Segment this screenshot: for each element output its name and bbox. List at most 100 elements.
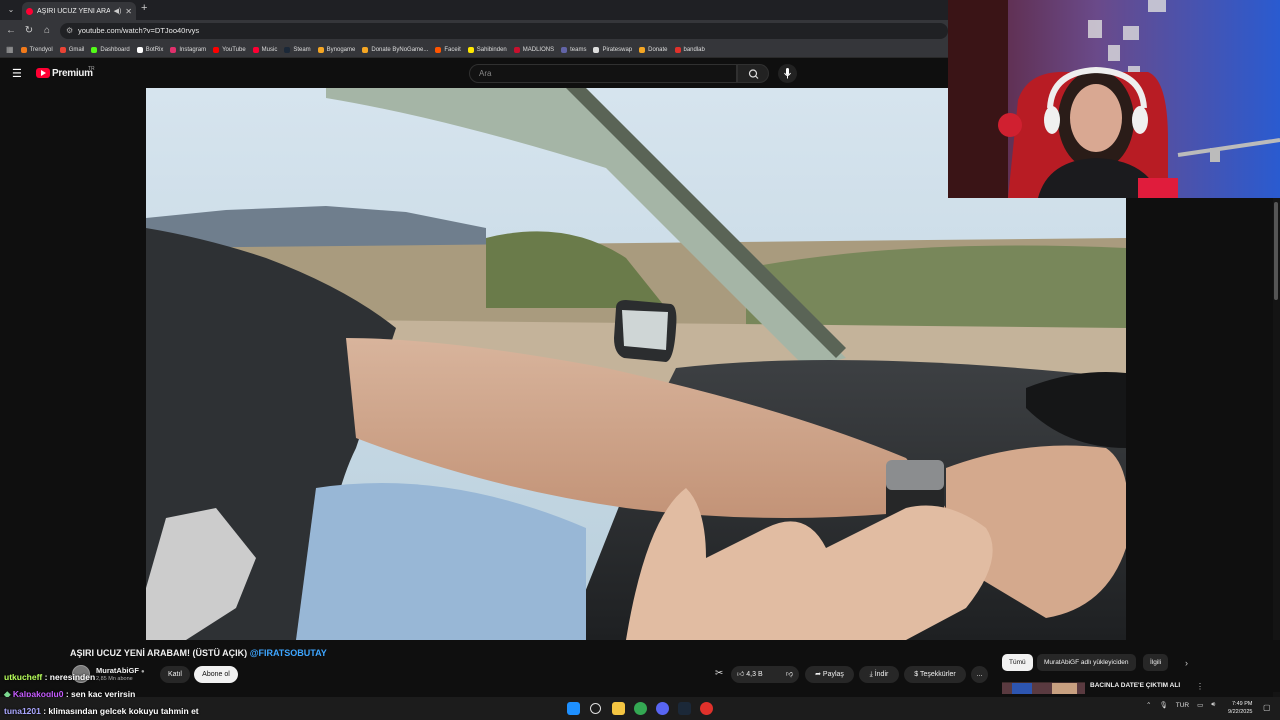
thumbnail-image bbox=[1002, 683, 1085, 694]
system-tray: ⌃ 🎙︎ TUR ▭ 🔊︎ bbox=[1146, 701, 1215, 709]
chip-related[interactable]: İlgili bbox=[1143, 654, 1169, 671]
bookmark-favicon-icon bbox=[59, 46, 66, 53]
chat-username: utkucheff bbox=[4, 672, 43, 682]
chip-all[interactable]: Tümü bbox=[1002, 654, 1033, 671]
youtube-favicon-icon bbox=[26, 7, 33, 15]
video-title-text: AŞIRI UCUZ YENİ ARABAM! (ÜSTÜ AÇIK) bbox=[70, 648, 248, 658]
scrollbar-thumb[interactable] bbox=[1274, 202, 1278, 300]
microphone-tray-icon[interactable]: 🎙︎ bbox=[1159, 701, 1167, 709]
share-button[interactable]: ➦ Paylaş bbox=[805, 666, 854, 683]
tab-title: AŞIRI UCUZ YENİ ARABAM! bbox=[37, 7, 110, 15]
bookmark-item[interactable]: Sahibinden bbox=[467, 46, 507, 53]
site-info-icon[interactable]: ⚙ bbox=[66, 23, 73, 39]
bookmark-item[interactable]: Pirateswap bbox=[593, 46, 632, 53]
bookmark-favicon-icon bbox=[317, 46, 324, 53]
close-tab-icon[interactable]: ✕ bbox=[125, 7, 132, 16]
bookmark-label: MADLIONS bbox=[522, 46, 555, 53]
download-icon: ⤓ bbox=[869, 671, 873, 678]
network-icon[interactable]: ▭ bbox=[1197, 701, 1203, 709]
notification-icon[interactable]: ▢ bbox=[1263, 703, 1271, 712]
menu-icon[interactable]: ☰ bbox=[12, 67, 22, 80]
thanks-icon: $ bbox=[914, 671, 919, 678]
bookmark-item[interactable]: Bynogame bbox=[317, 46, 356, 53]
address-bar[interactable]: ⚙ youtube.com/watch?v=DTJoo40rvys bbox=[60, 23, 948, 39]
more-actions-button[interactable]: ... bbox=[971, 666, 988, 683]
bookmark-favicon-icon bbox=[91, 46, 98, 53]
speaker-icon[interactable]: ◀) bbox=[114, 7, 122, 15]
taskbar-search-icon[interactable] bbox=[590, 703, 601, 714]
bookmark-label: Music bbox=[261, 46, 278, 53]
browser-nav-bar: ← ↻ ⌂ ⚙ youtube.com/watch?v=DTJoo40rvys bbox=[0, 20, 948, 42]
webcam-overlay bbox=[948, 0, 1280, 198]
bookmark-favicon-icon bbox=[513, 46, 520, 53]
clip-icon[interactable]: ✂ bbox=[715, 668, 723, 679]
home-icon[interactable]: ⌂ bbox=[40, 24, 54, 38]
new-tab-button[interactable]: + bbox=[141, 2, 147, 14]
bookmark-favicon-icon bbox=[674, 46, 681, 53]
bookmark-item[interactable]: Donate ByNoGame... bbox=[362, 46, 429, 53]
bookmark-item[interactable]: Dashboard bbox=[91, 46, 130, 53]
bookmark-item[interactable]: Steam bbox=[284, 46, 311, 53]
webcam-feed bbox=[948, 0, 1280, 198]
discord-icon[interactable] bbox=[656, 702, 669, 715]
chip-uploader[interactable]: MuratAbiGF adlı yükleyiciden bbox=[1037, 654, 1136, 671]
recommended-title[interactable]: BACINLA DATE'E ÇIKTIM ALİ bbox=[1090, 682, 1190, 694]
file-explorer-icon[interactable] bbox=[612, 702, 625, 715]
windows-start-icon[interactable] bbox=[567, 702, 580, 715]
bookmark-favicon-icon bbox=[467, 46, 474, 53]
youtube-brand[interactable]: Premium bbox=[52, 68, 93, 79]
bookmark-item[interactable]: Donate bbox=[639, 46, 668, 53]
chevron-right-icon[interactable]: › bbox=[1185, 658, 1188, 668]
share-icon: ➦ bbox=[815, 671, 821, 678]
like-button[interactable]: 👍︎ 4,3 B bbox=[737, 666, 763, 683]
chat-text: : klimasından gelcek kokuyu tahmin et bbox=[40, 706, 199, 716]
bookmark-item[interactable]: Trendyol bbox=[20, 46, 53, 53]
chrome-icon[interactable] bbox=[634, 702, 647, 715]
thumbs-down-icon: 👎︎ bbox=[785, 671, 793, 678]
language-indicator[interactable]: TUR bbox=[1176, 702, 1189, 709]
bookmark-item[interactable]: teams bbox=[561, 46, 586, 53]
dislike-button[interactable]: 👎︎ bbox=[786, 666, 793, 683]
voice-search-button[interactable] bbox=[778, 64, 797, 83]
tab-search-icon[interactable]: ⌄ bbox=[5, 4, 17, 16]
subscribe-button[interactable]: Abone ol bbox=[194, 666, 238, 683]
bookmark-label: YouTube bbox=[222, 46, 246, 53]
clock-time: 7:49 PM bbox=[1231, 701, 1253, 707]
recommended-thumbnail[interactable] bbox=[1002, 682, 1085, 694]
bookmark-label: Donate ByNoGame... bbox=[371, 46, 429, 53]
steam-icon[interactable] bbox=[678, 702, 691, 715]
bookmark-item[interactable]: MADLIONS bbox=[513, 46, 555, 53]
apps-icon[interactable]: ▦ bbox=[6, 45, 14, 54]
bookmark-item[interactable]: Faceit bbox=[435, 46, 461, 53]
search-input[interactable]: Ara bbox=[469, 64, 737, 83]
thanks-button[interactable]: $ Teşekkürler bbox=[904, 666, 966, 683]
youtube-logo-icon[interactable] bbox=[36, 68, 50, 78]
bookmark-item[interactable]: Music bbox=[252, 46, 278, 53]
reload-icon[interactable]: ↻ bbox=[22, 24, 36, 38]
bookmark-label: Dashboard bbox=[100, 46, 130, 53]
bookmark-label: Bynogame bbox=[326, 46, 356, 53]
chevron-up-icon[interactable]: ⌃ bbox=[1146, 701, 1151, 709]
bookmark-item[interactable]: bandlab bbox=[674, 46, 705, 53]
volume-icon[interactable]: 🔊︎ bbox=[1211, 701, 1215, 709]
bookmark-favicon-icon bbox=[20, 46, 27, 53]
bookmark-item[interactable]: BotRix bbox=[136, 46, 163, 53]
bookmark-item[interactable]: Instagram bbox=[170, 46, 206, 53]
search-button[interactable] bbox=[737, 64, 769, 83]
back-icon[interactable]: ← bbox=[4, 24, 18, 38]
bookmark-label: Trendyol bbox=[29, 46, 53, 53]
chat-message: tuna1201 : klimasından gelcek kokuyu tah… bbox=[4, 706, 199, 716]
bookmark-item[interactable]: YouTube bbox=[213, 46, 246, 53]
obs-icon[interactable] bbox=[700, 702, 713, 715]
channel-name[interactable]: MuratAbiGF ● bbox=[96, 666, 145, 675]
taskbar-clock[interactable]: 7:49 PM 9/22/2025 bbox=[1228, 700, 1252, 716]
video-title-tag[interactable]: @FIRATSOBUTAY bbox=[250, 648, 327, 658]
bookmark-item[interactable]: Gmail bbox=[59, 46, 84, 53]
more-vert-icon[interactable]: ⋮ bbox=[1196, 682, 1204, 691]
bookmark-favicon-icon bbox=[362, 46, 369, 53]
url-text: youtube.com/watch?v=DTJoo40rvys bbox=[78, 26, 200, 35]
bookmark-favicon-icon bbox=[284, 46, 291, 53]
join-button[interactable]: Katıl bbox=[160, 666, 190, 683]
download-button[interactable]: ⤓ İndir bbox=[859, 666, 899, 683]
browser-tab-active[interactable]: AŞIRI UCUZ YENİ ARABAM! ◀) ✕ bbox=[22, 2, 136, 20]
